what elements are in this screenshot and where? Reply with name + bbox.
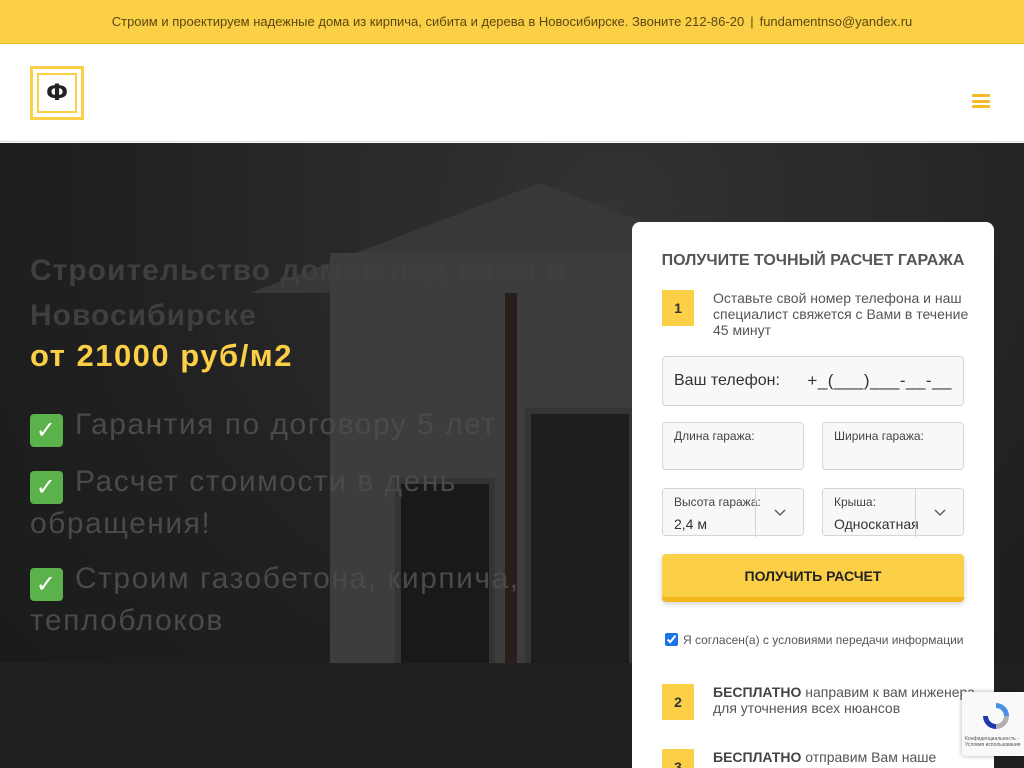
contact-email-link[interactable]: fundamentnso@yandex.ru [760,14,913,29]
recaptcha-badge[interactable]: Конфиденциальность - Условия использован… [962,692,1024,756]
hamburger-line [972,99,990,103]
get-calculation-button[interactable]: ПОЛУЧИТЬ РАСЧЕТ [662,554,964,602]
step-number: 2 [662,684,694,720]
feature-text: Строим газобетона, кирпича, теплоблоков [30,562,520,637]
hamburger-line [972,94,990,97]
garage-calculation-form: ПОЛУЧИТЕ ТОЧНЫЙ РАСЧЕТ ГАРАЖА 1 Оставьте… [632,222,994,768]
hero-title: Строительство домов под ключ в Новосибир… [30,254,567,332]
garage-length-input[interactable]: Длина гаража: [662,422,804,470]
step-3: 3 БЕСПЛАТНО отправим Вам наше [662,749,982,768]
garage-width-input[interactable]: Ширина гаража: [822,422,964,470]
step-number: 3 [662,749,694,768]
feature-item: ✓ Расчет стоимости в день обращения! [30,462,590,544]
phone-field[interactable]: Ваш телефон: +_(___)___-__-__ [662,356,964,406]
phone-input[interactable]: +_(___)___-__-__ [807,371,952,391]
feature-text: Расчет стоимости в день обращения! [30,465,457,540]
announcement-separator: | [750,14,754,29]
feature-item: ✓ Гарантия по договору 5 лет [30,405,590,447]
top-announcement-bar: Строим и проектируем надежные дома из ки… [0,0,1024,44]
recaptcha-icon [983,703,1009,729]
step-2: 2 БЕСПЛАТНО направим к вам инженера для … [662,684,982,720]
step-text: БЕСПЛАТНО отправим Вам наше [713,749,936,768]
feature-item: ✓ Строим газобетона, кирпича, теплоблоков [30,559,590,641]
recaptcha-text: Конфиденциальность - Условия использован… [965,736,1021,748]
width-label: Ширина гаража: [834,429,924,443]
form-title: ПОЛУЧИТЕ ТОЧНЫЙ РАСЧЕТ ГАРАЖА [661,252,965,269]
hero-price: от 21000 руб/м2 [30,338,293,373]
feature-text: Гарантия по договору 5 лет [75,408,497,441]
step-number: 1 [662,290,694,326]
garage-height-select[interactable]: Высота гаража: 2,4 м [662,488,804,537]
logo-letter: Ф [37,73,77,113]
step-text: БЕСПЛАТНО направим к вам инженера для ут… [713,684,982,720]
step-text: Оставьте свой номер телефона и наш специ… [713,290,969,338]
step-text-bold: БЕСПЛАТНО [713,749,802,765]
roof-value: Односкатная [834,516,919,532]
phone-label: Ваш телефон: [674,372,780,389]
consent-text: Я согласен(а) с условиями передачи инфор… [683,633,964,647]
height-value: 2,4 м [674,516,707,532]
announcement-text: Строим и проектируем надежные дома из ки… [111,14,745,29]
check-mark-icon: ✓ [30,414,63,447]
chevron-down-icon[interactable] [755,489,803,537]
height-label: Высота гаража: [674,495,760,509]
consent-checkbox[interactable] [665,633,678,646]
length-label: Длина гаража: [674,429,755,443]
step-text-rest: отправим Вам наше [801,749,937,765]
site-logo[interactable]: Ф [30,66,84,120]
step-1: 1 Оставьте свой номер телефона и наш спе… [662,290,982,338]
chevron-down-icon[interactable] [915,489,963,537]
roof-type-select[interactable]: Крыша: Односкатная [822,488,964,537]
hamburger-menu-icon[interactable] [972,94,990,108]
step-text-bold: БЕСПЛАТНО [713,684,802,700]
check-mark-icon: ✓ [30,471,63,504]
hamburger-line [972,105,990,108]
feature-list: ✓ Гарантия по договору 5 лет ✓ Расчет стои… [30,405,590,656]
check-mark-icon: ✓ [30,568,63,601]
site-header: Ф [0,44,1024,142]
roof-label: Крыша: [834,495,876,509]
consent-row: Я согласен(а) с условиями передачи инфор… [665,628,965,652]
